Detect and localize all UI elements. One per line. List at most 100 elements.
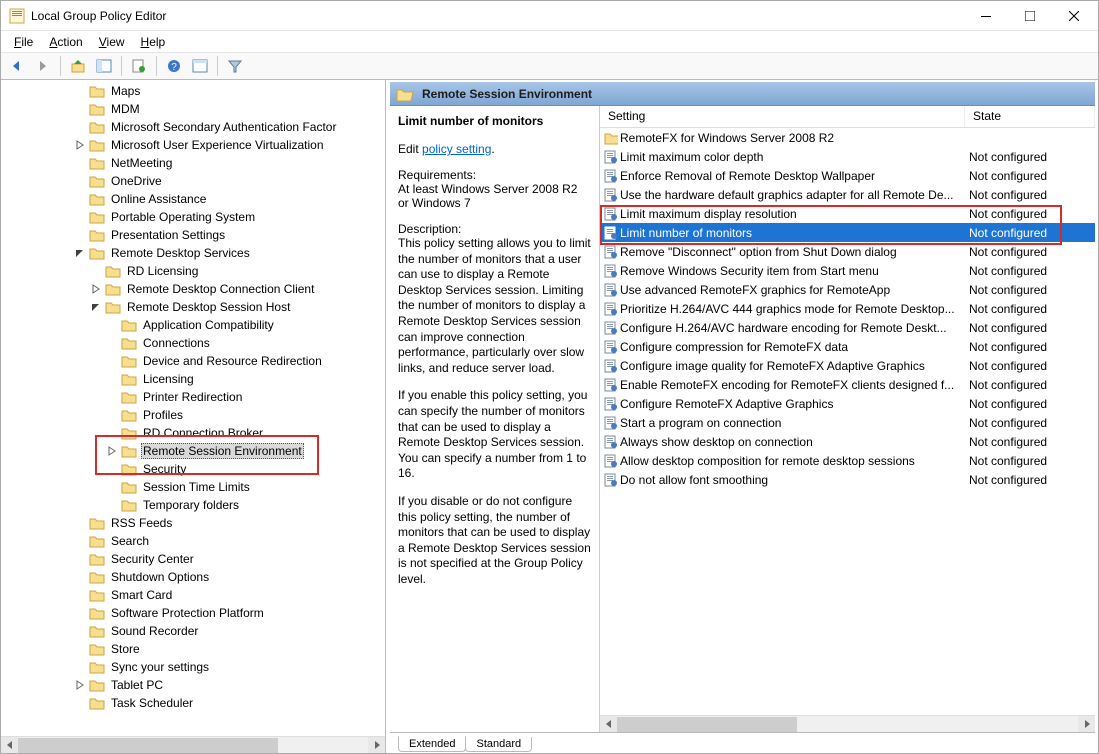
tree-item[interactable]: Application Compatibility: [9, 316, 385, 334]
tree-item[interactable]: Shutdown Options: [9, 568, 385, 586]
tree-item[interactable]: Profiles: [9, 406, 385, 424]
setting-state: Not configured: [965, 359, 1095, 373]
settings-row[interactable]: RemoteFX for Windows Server 2008 R2: [600, 128, 1095, 147]
tree-item[interactable]: Software Protection Platform: [9, 604, 385, 622]
settings-row[interactable]: Remove "Disconnect" option from Shut Dow…: [600, 242, 1095, 261]
tree-item[interactable]: Tablet PC: [9, 676, 385, 694]
tree-item[interactable]: Remote Desktop Session Host: [9, 298, 385, 316]
minimize-button[interactable]: [964, 1, 1008, 30]
tab-standard[interactable]: Standard: [465, 737, 532, 752]
help-button[interactable]: ?: [162, 55, 186, 77]
folder-header: Remote Session Environment: [390, 82, 1095, 106]
settings-row[interactable]: Remove Windows Security item from Start …: [600, 261, 1095, 280]
chevron-right-icon[interactable]: [105, 444, 119, 458]
menu-help[interactable]: Help: [134, 33, 173, 51]
menu-view[interactable]: View: [92, 33, 132, 51]
tree-item-label: Store: [109, 642, 142, 656]
folder-icon: [121, 408, 137, 422]
tree-scroll-left[interactable]: [1, 737, 18, 754]
setting-name: Always show desktop on connection: [618, 435, 965, 449]
folder-icon: [89, 84, 105, 98]
list-scroll-left[interactable]: [600, 716, 617, 733]
folder-icon: [89, 138, 105, 152]
settings-row[interactable]: Limit maximum color depthNot configured: [600, 147, 1095, 166]
settings-row[interactable]: Enable RemoteFX encoding for RemoteFX cl…: [600, 375, 1095, 394]
tree-item[interactable]: Task Scheduler: [9, 694, 385, 712]
col-setting[interactable]: Setting: [600, 106, 965, 127]
chevron-right-icon[interactable]: [73, 678, 87, 692]
chevron-down-icon[interactable]: [89, 300, 103, 314]
chevron-right-icon[interactable]: [73, 138, 87, 152]
tree-item[interactable]: Presentation Settings: [9, 226, 385, 244]
close-button[interactable]: [1052, 1, 1096, 30]
chevron-right-icon[interactable]: [89, 282, 103, 296]
tree-item[interactable]: Sound Recorder: [9, 622, 385, 640]
tree-item[interactable]: Remote Session Environment: [9, 442, 385, 460]
tree-item[interactable]: OneDrive: [9, 172, 385, 190]
settings-row[interactable]: Use advanced RemoteFX graphics for Remot…: [600, 280, 1095, 299]
tree-item[interactable]: Connections: [9, 334, 385, 352]
settings-row[interactable]: Configure RemoteFX Adaptive GraphicsNot …: [600, 394, 1095, 413]
content-area: MapsMDMMicrosoft Secondary Authenticatio…: [1, 80, 1098, 753]
settings-row[interactable]: Limit number of monitorsNot configured: [600, 223, 1095, 242]
tree-item[interactable]: Session Time Limits: [9, 478, 385, 496]
tree-item[interactable]: Sync your settings: [9, 658, 385, 676]
edit-policy-link[interactable]: policy setting: [422, 142, 491, 156]
menu-action[interactable]: Action: [42, 33, 89, 51]
up-button[interactable]: [66, 55, 90, 77]
tree-item[interactable]: Microsoft Secondary Authentication Facto…: [9, 118, 385, 136]
setting-state: Not configured: [965, 188, 1095, 202]
tree-item[interactable]: RSS Feeds: [9, 514, 385, 532]
maximize-button[interactable]: [1008, 1, 1052, 30]
settings-row[interactable]: Use the hardware default graphics adapte…: [600, 185, 1095, 204]
settings-row[interactable]: Prioritize H.264/AVC 444 graphics mode f…: [600, 299, 1095, 318]
forward-button[interactable]: [31, 55, 55, 77]
tree-item[interactable]: Online Assistance: [9, 190, 385, 208]
tree-item[interactable]: Portable Operating System: [9, 208, 385, 226]
properties-button[interactable]: [127, 55, 151, 77]
tree-item[interactable]: NetMeeting: [9, 154, 385, 172]
tree-item[interactable]: Temporary folders: [9, 496, 385, 514]
chevron-down-icon[interactable]: [73, 246, 87, 260]
tree-item[interactable]: Remote Desktop Services: [9, 244, 385, 262]
settings-row[interactable]: Start a program on connectionNot configu…: [600, 413, 1095, 432]
settings-row[interactable]: Allow desktop composition for remote des…: [600, 451, 1095, 470]
tree-item[interactable]: Security: [9, 460, 385, 478]
tree-item[interactable]: Device and Resource Redirection: [9, 352, 385, 370]
tree-pane[interactable]: MapsMDMMicrosoft Secondary Authenticatio…: [1, 80, 386, 753]
settings-row[interactable]: Configure compression for RemoteFX dataN…: [600, 337, 1095, 356]
settings-row[interactable]: Limit maximum display resolutionNot conf…: [600, 204, 1095, 223]
show-hide-tree-button[interactable]: [92, 55, 116, 77]
back-button[interactable]: [5, 55, 29, 77]
tree-item[interactable]: Search: [9, 532, 385, 550]
tree-item[interactable]: RD Connection Broker: [9, 424, 385, 442]
tree-item-label: Printer Redirection: [141, 390, 244, 404]
tree-item[interactable]: Licensing: [9, 370, 385, 388]
tree-item[interactable]: Smart Card: [9, 586, 385, 604]
tab-extended[interactable]: Extended: [398, 736, 466, 752]
tree-item[interactable]: RD Licensing: [9, 262, 385, 280]
tree-scroll-right[interactable]: [368, 737, 385, 754]
filter-button[interactable]: [223, 55, 247, 77]
settings-row[interactable]: Configure H.264/AVC hardware encoding fo…: [600, 318, 1095, 337]
settings-row[interactable]: Always show desktop on connectionNot con…: [600, 432, 1095, 451]
settings-row[interactable]: Do not allow font smoothingNot configure…: [600, 470, 1095, 489]
tree-scroll-thumb[interactable]: [18, 738, 278, 753]
tree-item[interactable]: Remote Desktop Connection Client: [9, 280, 385, 298]
tree-item[interactable]: Security Center: [9, 550, 385, 568]
folder-icon: [105, 300, 121, 314]
tree-item[interactable]: Printer Redirection: [9, 388, 385, 406]
settings-row[interactable]: Enforce Removal of Remote Desktop Wallpa…: [600, 166, 1095, 185]
tree-item[interactable]: Microsoft User Experience Virtualization: [9, 136, 385, 154]
settings-row[interactable]: Configure image quality for RemoteFX Ada…: [600, 356, 1095, 375]
requirements-text: At least Windows Server 2008 R2 or Windo…: [398, 182, 591, 210]
menu-file[interactable]: File: [7, 33, 40, 51]
col-state[interactable]: State: [965, 106, 1095, 127]
tree-item[interactable]: Maps: [9, 82, 385, 100]
export-button[interactable]: [188, 55, 212, 77]
tree-item[interactable]: MDM: [9, 100, 385, 118]
requirements-label: Requirements:: [398, 168, 591, 182]
list-scroll-thumb[interactable]: [617, 717, 797, 732]
tree-item[interactable]: Store: [9, 640, 385, 658]
list-scroll-right[interactable]: [1078, 716, 1095, 733]
